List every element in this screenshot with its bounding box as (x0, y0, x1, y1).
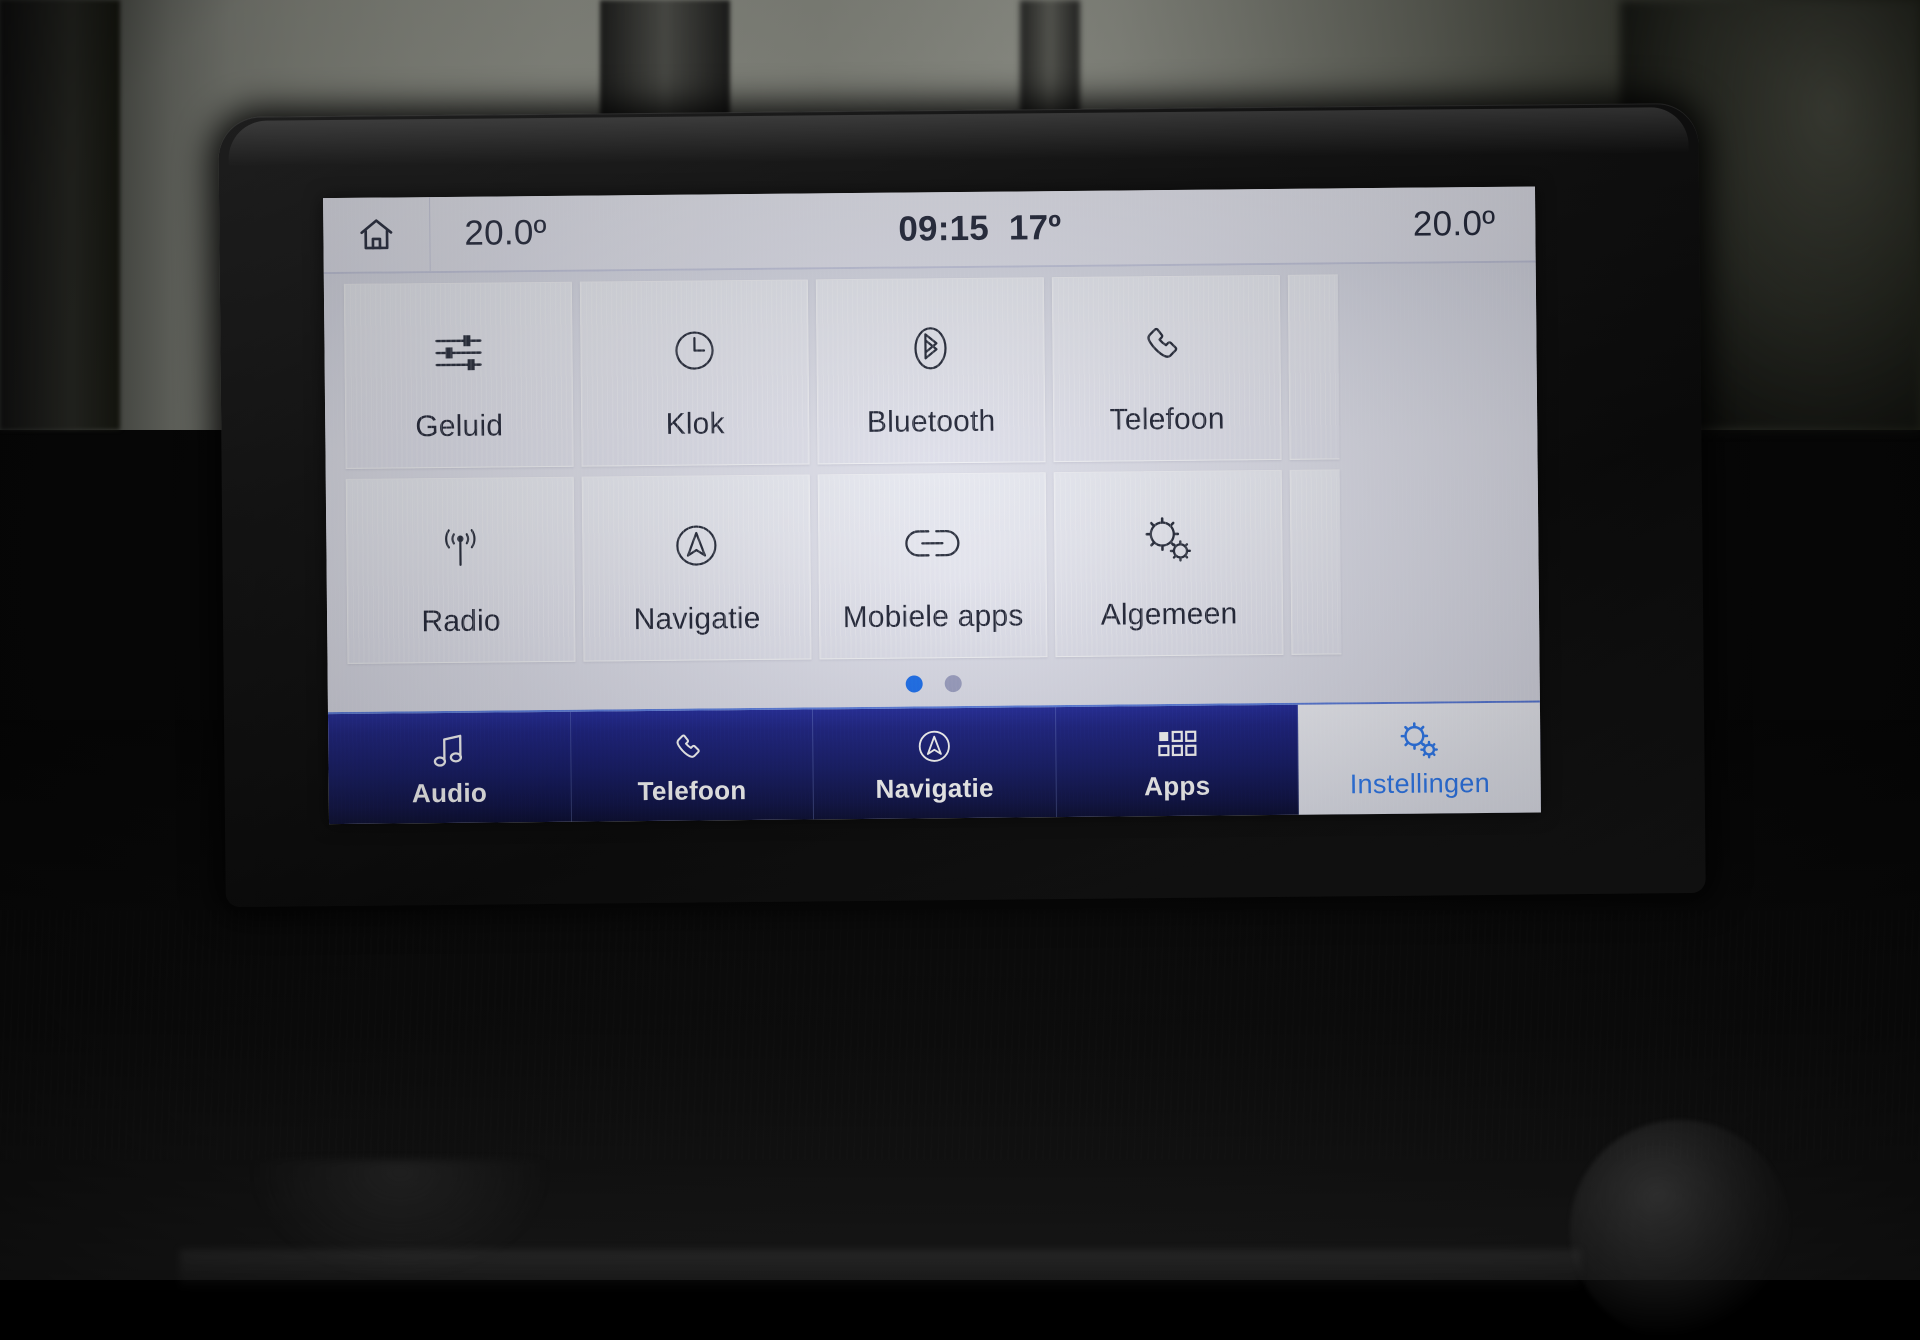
dashboard-texture (0, 910, 1920, 1160)
clock-icon (669, 317, 720, 383)
settings-tile-mobiele-apps[interactable]: Mobiele apps (818, 472, 1048, 659)
settings-grid-area: Geluid Klok (324, 262, 1540, 712)
settings-tile-navigatie[interactable]: Navigatie (582, 474, 812, 661)
infotainment-screen: 20.0º 09:15 17º 20.0º (323, 186, 1541, 824)
driver-temperature[interactable]: 20.0º (430, 212, 634, 254)
navigation-arrow-icon (670, 512, 723, 578)
settings-tile-label: Radio (421, 606, 501, 637)
music-note-icon (431, 730, 467, 772)
nav-tab-instellingen[interactable]: Instellingen (1298, 702, 1541, 814)
settings-tile-klok[interactable]: Klok (580, 279, 810, 466)
phone-handset-icon (1140, 313, 1193, 379)
phone-handset-icon (672, 727, 712, 769)
bluetooth-icon (908, 315, 953, 381)
settings-tile-radio[interactable]: Radio (346, 477, 576, 664)
status-bar: 20.0º 09:15 17º 20.0º (323, 186, 1536, 274)
equalizer-sliders-icon (430, 320, 487, 387)
page-indicator (328, 669, 1540, 698)
settings-tile-algemeen[interactable]: Algemeen (1054, 470, 1284, 657)
radio-antenna-icon (434, 515, 487, 581)
navigation-arrow-icon (914, 725, 954, 767)
settings-tile-label: Mobiele apps (842, 601, 1023, 633)
settings-tile-next-page-peek-2[interactable] (1290, 469, 1342, 654)
settings-tile-geluid[interactable]: Geluid (344, 282, 574, 469)
gears-icon (1140, 508, 1197, 575)
dashboard-control-knob (1570, 1120, 1790, 1340)
home-button[interactable] (323, 197, 431, 272)
gears-icon (1396, 720, 1442, 762)
link-chain-icon (904, 510, 961, 577)
background-left-pillar (0, 0, 120, 430)
settings-tile-label: Geluid (415, 411, 503, 442)
nav-tab-label: Instellingen (1350, 769, 1490, 797)
settings-tile-grid: Geluid Klok (344, 272, 1540, 663)
outside-temperature: 17º (1009, 208, 1062, 249)
settings-tile-telefoon[interactable]: Telefoon (1052, 275, 1282, 462)
settings-tile-label: Klok (665, 409, 724, 440)
home-icon (356, 214, 396, 254)
nav-tab-audio[interactable]: Audio (328, 712, 572, 824)
nav-tab-apps[interactable]: Apps (1056, 705, 1300, 817)
settings-tile-label: Navigatie (634, 604, 761, 635)
bottom-navigation-bar: Audio Telefoon Navigatie (328, 700, 1541, 824)
page-dot-2[interactable] (945, 675, 962, 692)
nav-tab-label: Audio (412, 780, 487, 807)
nav-tab-telefoon[interactable]: Telefoon (571, 709, 815, 821)
head-unit: 20.0º 09:15 17º 20.0º (218, 103, 1706, 907)
nav-tab-label: Telefoon (638, 777, 747, 804)
nav-tab-label: Navigatie (875, 775, 994, 802)
passenger-temperature[interactable]: 20.0º (1325, 203, 1535, 245)
settings-tile-label: Telefoon (1110, 404, 1225, 435)
settings-tile-label: Bluetooth (867, 407, 996, 438)
status-center-group: 09:15 17º (634, 206, 1325, 253)
page-dot-1[interactable] (906, 675, 923, 692)
dashboard-chrome-trim (180, 1250, 1580, 1290)
settings-tile-label: Algemeen (1101, 599, 1238, 630)
apps-grid-icon (1157, 723, 1197, 765)
nav-tab-label: Apps (1144, 773, 1210, 800)
settings-tile-next-page-peek[interactable] (1288, 274, 1340, 459)
settings-tile-bluetooth[interactable]: Bluetooth (816, 277, 1046, 464)
nav-tab-navigatie[interactable]: Navigatie (813, 707, 1057, 819)
clock-display: 09:15 (898, 209, 989, 250)
